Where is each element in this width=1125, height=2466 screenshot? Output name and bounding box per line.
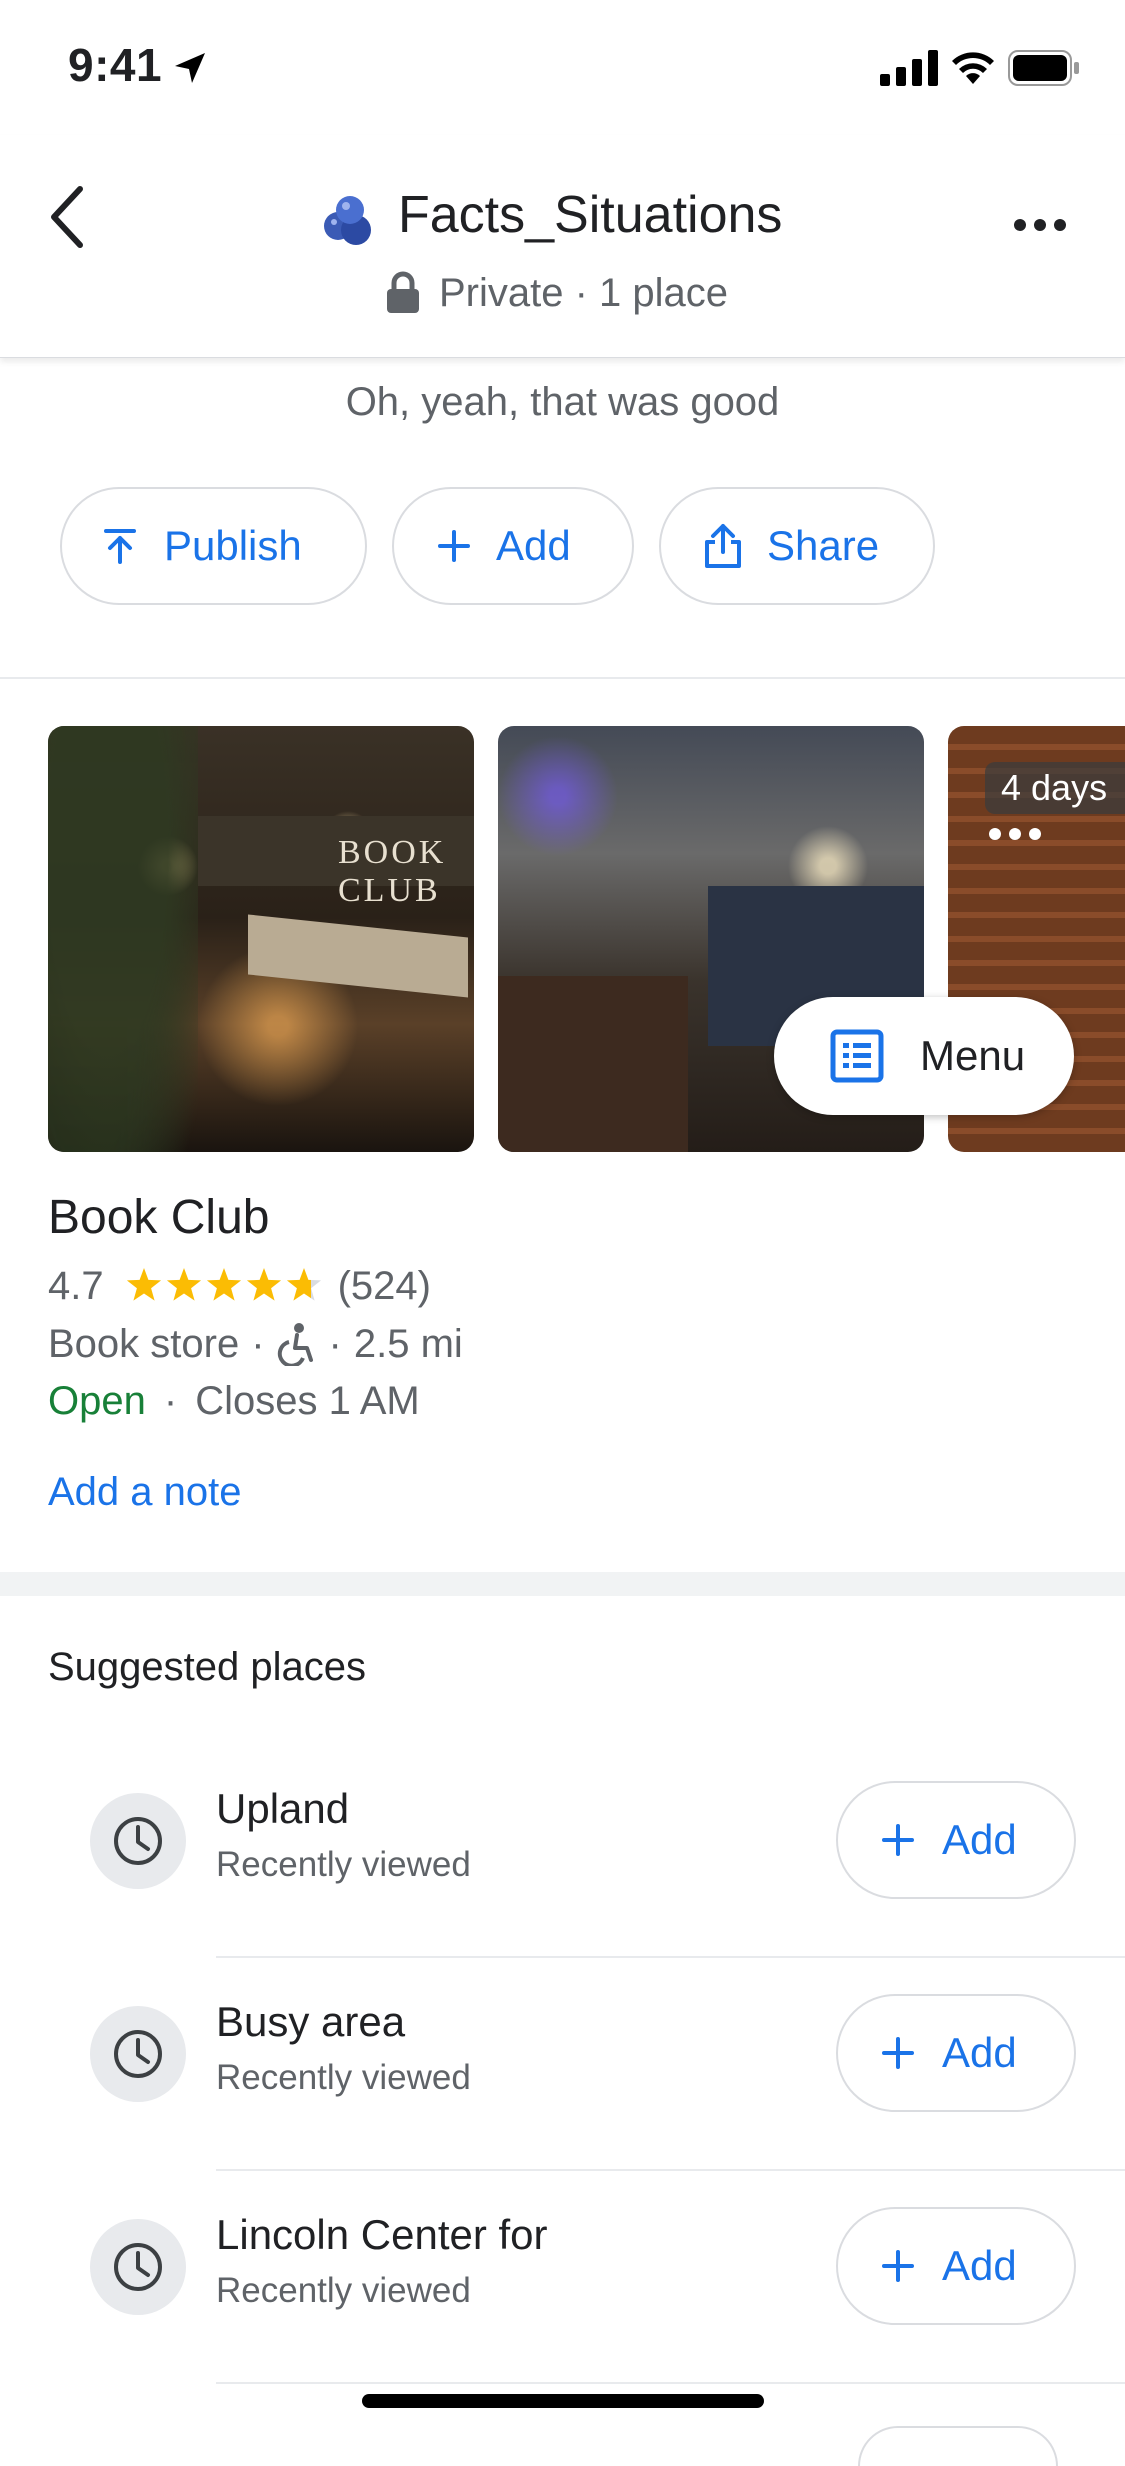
separator-dot: · <box>328 1321 342 1366</box>
list-title: Facts_Situations <box>398 186 783 244</box>
star-icon <box>246 1268 281 1301</box>
place-distance: 2.5 mi <box>353 1321 463 1366</box>
home-indicator[interactable] <box>362 2394 764 2408</box>
history-icon <box>90 2219 186 2315</box>
closing-time: Closes 1 AM <box>195 1378 420 1423</box>
publish-icon <box>104 529 136 564</box>
separator-dot: · <box>251 1321 265 1366</box>
menu-label: Menu <box>920 1032 1026 1079</box>
plus-icon <box>438 530 470 562</box>
signal-icon <box>880 50 938 86</box>
star-rating <box>126 1268 321 1301</box>
suggested-place-subtitle: Recently viewed <box>216 1845 471 1884</box>
storefront-sign: BOOK CLUB <box>198 816 474 909</box>
plus-icon <box>882 2250 914 2282</box>
add-button[interactable]: Add <box>392 487 634 605</box>
section-divider-thick <box>0 1572 1125 1596</box>
suggested-place-subtitle: Recently viewed <box>216 2271 471 2310</box>
status-bar: 9:41 <box>0 0 1125 135</box>
open-status: Open <box>48 1378 146 1423</box>
photo-foliage <box>48 726 198 1152</box>
suggested-place-subtitle: Recently viewed <box>216 2058 471 2097</box>
plus-icon <box>882 1824 914 1856</box>
review-count: (524) <box>337 1263 431 1308</box>
add-label: Add <box>496 522 571 569</box>
menu-list-icon <box>830 1029 884 1083</box>
star-icon <box>166 1268 201 1301</box>
rating-value: 4.7 <box>48 1263 104 1308</box>
row-divider <box>216 2382 1125 2384</box>
battery-icon <box>1008 50 1079 86</box>
separator-dot: · <box>163 1378 178 1423</box>
suggested-place-row[interactable]: Lincoln Center for Recently viewed Add <box>0 2171 1125 2384</box>
plus-icon <box>882 2037 914 2069</box>
publish-label: Publish <box>164 522 302 569</box>
status-time: 9:41 <box>68 39 163 91</box>
list-description: Oh, yeah, that was good <box>345 380 780 424</box>
suggested-places-title: Suggested places <box>48 1645 367 1689</box>
history-icon <box>90 2006 186 2102</box>
rating-row: 4.7 (524) <box>48 1258 431 1314</box>
list-header: Facts_Situations Private · 1 place <box>0 135 1125 358</box>
more-horizontal-icon[interactable] <box>1010 195 1070 255</box>
star-icon <box>126 1268 161 1301</box>
lock-icon <box>387 271 419 313</box>
add-note-link[interactable]: Add a note <box>48 1470 242 1515</box>
add-suggested-place-button-partial[interactable] <box>858 2426 1058 2466</box>
suggested-place-name: Upland <box>216 1785 350 1832</box>
add-suggested-place-button[interactable]: Add <box>836 1781 1076 1899</box>
suggested-place-name: Busy area <box>216 1998 406 2045</box>
location-arrow-icon <box>175 53 205 83</box>
place-meta-row: Book store · · 2.5 mi <box>48 1315 463 1373</box>
suggested-place-row[interactable]: Upland Recently viewed Add <box>0 1745 1125 1958</box>
share-button[interactable]: Share <box>659 487 935 605</box>
list-subtitle: Private · 1 place <box>439 270 729 315</box>
place-category: Book store <box>48 1321 240 1366</box>
menu-button[interactable]: Menu <box>774 997 1074 1115</box>
add-label: Add <box>942 2029 1017 2076</box>
blue-berries-emoji-icon <box>324 196 371 245</box>
suggested-place-name: Lincoln Center for <box>216 2211 548 2258</box>
star-icon <box>206 1268 241 1301</box>
section-divider <box>0 677 1125 679</box>
history-icon <box>90 1793 186 1889</box>
list-privacy-info: Private · 1 place <box>385 263 728 323</box>
share-icon <box>705 524 741 568</box>
add-label: Add <box>942 1816 1017 1863</box>
photo-counter <box>498 976 688 1152</box>
chevron-left-icon[interactable] <box>40 177 96 257</box>
wheelchair-accessible-icon <box>277 1323 313 1366</box>
add-label: Add <box>942 2242 1017 2289</box>
share-label: Share <box>767 522 880 569</box>
photo-canopy <box>248 914 468 998</box>
suggested-place-row[interactable]: Busy area Recently viewed Add <box>0 1958 1125 2171</box>
more-dots-icon <box>989 828 1041 840</box>
photo-age-badge: 4 days <box>985 762 1125 814</box>
add-suggested-place-button[interactable]: Add <box>836 1994 1076 2112</box>
hours-row: Open · Closes 1 AM <box>48 1372 420 1430</box>
place-photo-storefront[interactable]: BOOK CLUB <box>48 726 474 1152</box>
add-suggested-place-button[interactable]: Add <box>836 2207 1076 2325</box>
star-icon <box>286 1268 321 1301</box>
place-name[interactable]: Book Club <box>48 1190 269 1245</box>
wifi-icon <box>952 52 994 84</box>
publish-button[interactable]: Publish <box>60 487 367 605</box>
